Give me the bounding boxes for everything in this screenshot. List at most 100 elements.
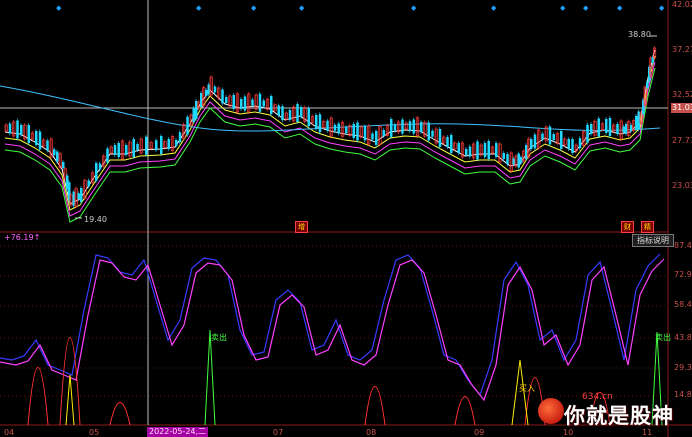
event-marker-icon[interactable]: ◆ (583, 4, 588, 12)
candle-body (20, 125, 23, 135)
candle-body (530, 139, 533, 149)
indicator-help-button[interactable]: 指标说明 (632, 234, 674, 247)
candle-body (281, 106, 284, 121)
candle-body (578, 138, 582, 149)
candle-body (288, 110, 292, 120)
candle-body (571, 139, 574, 153)
sell-signal: 卖出 (655, 333, 671, 342)
candle-body (646, 82, 649, 88)
price-axis-label: 32.52 (672, 90, 692, 99)
candle-body (132, 139, 135, 157)
candle-body (520, 157, 523, 163)
candle-body (468, 146, 472, 157)
candle-body (506, 154, 509, 164)
buy-spike (65, 374, 75, 426)
chart-window: ◆ ◆ ◆ ◆ ◆ ◆ ◆ ◆ ◆ ◆ 42.02 37.27 32.52 27… (0, 0, 692, 437)
candle-body (35, 131, 38, 145)
candle-body (525, 145, 528, 159)
low-annotation: 19.40 (84, 215, 107, 224)
candle-body (625, 124, 628, 134)
candle-body (87, 180, 90, 187)
candle-body (393, 124, 397, 131)
candle-body (427, 122, 430, 141)
candle-body (608, 118, 612, 136)
buy-signal: 买入 (519, 384, 535, 393)
indicator-value: +76.19↑ (4, 233, 41, 242)
candle-body (200, 93, 203, 107)
candle-body (221, 89, 224, 104)
candle-body (512, 158, 515, 165)
candle-body (225, 97, 228, 103)
candle-body (326, 120, 329, 131)
osc-axis-label: 87.4 (674, 241, 692, 250)
candle-body (251, 99, 254, 106)
candle-body (270, 96, 273, 114)
candle-body (605, 119, 608, 133)
candle-body (243, 96, 247, 111)
candle-body (345, 127, 348, 133)
candle-body (113, 145, 117, 155)
candle-body (541, 133, 544, 140)
candle-body (356, 122, 359, 141)
candle-body (186, 116, 189, 135)
candle-body (450, 135, 453, 153)
event-marker-icon[interactable]: ◆ (411, 4, 416, 12)
event-marker-icon[interactable]: ◆ (617, 4, 622, 12)
candle-body (27, 125, 30, 143)
candle-body (38, 131, 42, 150)
sell-spike (204, 329, 216, 426)
candle-body (517, 153, 520, 168)
candle-body (375, 131, 378, 145)
candle-body (117, 143, 120, 157)
candle-body (382, 130, 385, 136)
event-marker-icon[interactable]: ◆ (251, 4, 256, 12)
event-badge[interactable]: 增 (295, 221, 308, 233)
candle-body (590, 124, 593, 134)
candle-body (72, 191, 75, 206)
candle-body (205, 90, 208, 96)
event-marker-icon[interactable]: ◆ (56, 4, 61, 12)
candle-body (390, 119, 393, 137)
sell-signal: 卖出 (211, 333, 227, 342)
date-axis-label: 08 (366, 428, 377, 437)
event-marker-icon[interactable]: ◆ (659, 4, 664, 12)
candle-body (167, 139, 170, 149)
candle-body (371, 133, 374, 140)
candle-body (487, 141, 490, 159)
candle-body (495, 143, 498, 157)
date-axis-label: 09 (474, 428, 485, 437)
event-marker-icon[interactable]: ◆ (560, 4, 565, 12)
price-axis-label: 42.02 (672, 0, 692, 9)
candle-body (533, 134, 537, 149)
candle-body (8, 123, 12, 134)
event-badge[interactable]: 精 (641, 221, 654, 233)
event-badge[interactable]: 财 (621, 221, 634, 233)
candle-body (502, 153, 505, 159)
candle-body (363, 126, 367, 141)
osc-k-line (0, 253, 661, 397)
crosshair-date-label: 2022-05-24,二 (147, 427, 209, 437)
candle-body (232, 95, 235, 109)
event-marker-icon[interactable]: ◆ (299, 4, 304, 12)
candle-body (315, 115, 318, 129)
osc-axis-label: 43.8 (674, 333, 692, 342)
candle-body (53, 149, 56, 156)
candle-body (16, 120, 19, 139)
candle-body (560, 131, 563, 149)
event-marker-icon[interactable]: ◆ (196, 4, 201, 12)
candle-body (401, 119, 404, 134)
osc-axis-label: 58.4 (674, 300, 692, 309)
candle-body (616, 124, 619, 134)
candle-body (630, 125, 633, 131)
candle-body (635, 116, 638, 130)
candle-body (277, 105, 280, 116)
osc-spike (454, 396, 476, 426)
watermark: 634.cn 你就是股神 (538, 392, 692, 437)
candle-body (567, 139, 570, 149)
brand-logo-icon (538, 398, 564, 424)
candle-body (648, 67, 651, 81)
high-annotation: 38.80 (628, 30, 651, 39)
event-marker-icon[interactable]: ◆ (491, 4, 496, 12)
candle-body (586, 124, 589, 143)
candle-body (62, 162, 65, 168)
